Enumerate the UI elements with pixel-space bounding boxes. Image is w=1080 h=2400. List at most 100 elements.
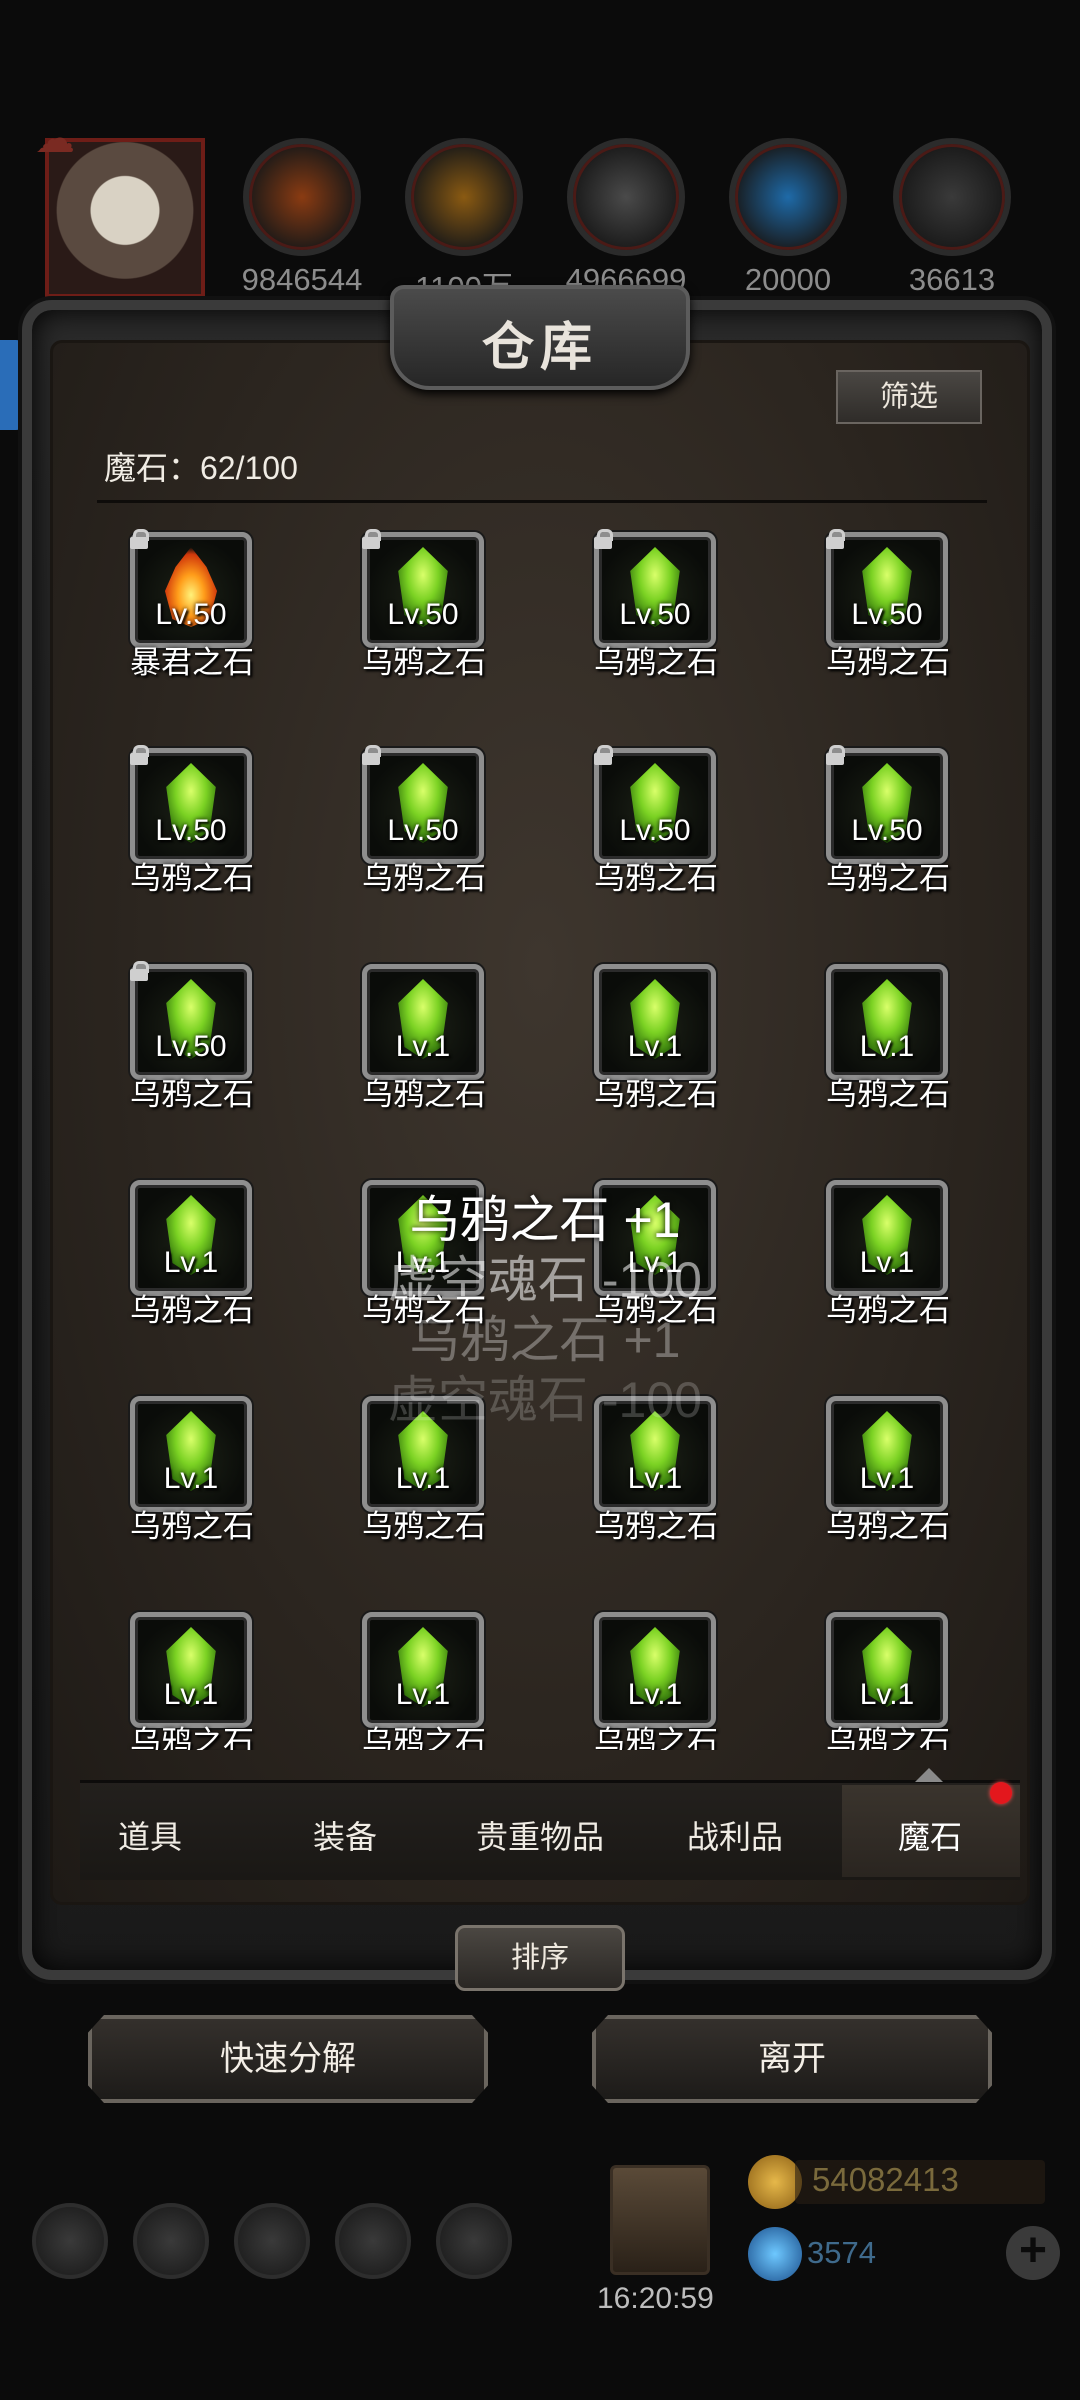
gold-coin-icon [748, 2155, 802, 2209]
resource-value: 20000 [744, 262, 832, 297]
lock-icon [825, 529, 845, 549]
item-level: Lv.1 [627, 1462, 683, 1495]
map-icon[interactable] [234, 2203, 310, 2279]
lock-icon [825, 745, 845, 765]
cloud-ornament-icon: ☁ [35, 117, 75, 161]
gold-amount: 54082413 [812, 2161, 959, 2198]
item-cell[interactable]: Lv.1 乌鸦之石 [793, 1600, 983, 1750]
tab-magic-stones[interactable]: 魔石 [840, 1812, 1020, 1858]
item-name: 乌鸦之石 [130, 861, 254, 896]
lock-icon [593, 529, 613, 549]
item-cell[interactable]: Lv.50 乌鸦之石 [329, 520, 519, 700]
add-currency-button[interactable]: + [1006, 2226, 1060, 2280]
settings-icon[interactable] [32, 2203, 108, 2279]
item-cell[interactable]: Lv.50 乌鸦之石 [329, 736, 519, 916]
resource-value: 36613 [908, 262, 996, 297]
item-name: 乌鸦之石 [594, 1509, 718, 1544]
tab-items[interactable]: 道具 [60, 1812, 240, 1858]
guild-icon[interactable] [436, 2203, 512, 2279]
item-name: 乌鸦之石 [362, 1725, 486, 1750]
event-timer: 16:20:59 [597, 2282, 714, 2315]
panel-title: 仓库 [481, 317, 598, 378]
item-level: Lv.50 [155, 814, 227, 847]
item-cell[interactable]: Lv.1 乌鸦之石 [97, 1384, 287, 1564]
item-name: 乌鸦之石 [362, 645, 486, 680]
item-level: Lv.1 [859, 1678, 915, 1711]
item-level: Lv.1 [859, 1246, 915, 1279]
item-level: Lv.50 [155, 1030, 227, 1063]
item-cell[interactable]: Lv.1 乌鸦之石 [329, 952, 519, 1132]
ore-icon [893, 138, 1011, 256]
item-cell[interactable]: Lv.1 乌鸦之石 [561, 952, 751, 1132]
item-cell[interactable]: Lv.1 乌鸦之石 [793, 1168, 983, 1348]
item-level: Lv.50 [155, 598, 227, 631]
item-cell[interactable]: Lv.50 乌鸦之石 [97, 952, 287, 1132]
item-level: Lv.1 [627, 1030, 683, 1063]
item-name: 乌鸦之石 [130, 1293, 254, 1328]
item-level: Lv.50 [851, 814, 923, 847]
leave-button[interactable]: 离开 [592, 2015, 992, 2103]
item-cell[interactable]: Lv.1 乌鸦之石 [793, 1384, 983, 1564]
item-name: 乌鸦之石 [594, 861, 718, 896]
item-level: Lv.1 [395, 1030, 451, 1063]
item-name: 乌鸦之石 [130, 1509, 254, 1544]
iron-icon [567, 138, 685, 256]
item-name: 乌鸦之石 [826, 861, 950, 896]
item-level: Lv.50 [851, 598, 923, 631]
item-name: 乌鸦之石 [362, 861, 486, 896]
wood-icon [405, 138, 523, 256]
divider [97, 500, 987, 503]
item-name: 乌鸦之石 [130, 1077, 254, 1112]
item-level: Lv.1 [859, 1030, 915, 1063]
lock-icon [129, 745, 149, 765]
item-name: 乌鸦之石 [594, 1077, 718, 1112]
item-cell[interactable]: Lv.50 暴君之石 [97, 520, 287, 700]
item-cell[interactable]: Lv.1 乌鸦之石 [97, 1600, 287, 1750]
resource-value: 9846544 [241, 262, 363, 297]
shield-icon[interactable] [133, 2203, 209, 2279]
item-cell[interactable]: Lv.50 乌鸦之石 [97, 736, 287, 916]
crystal-icon [729, 138, 847, 256]
item-name: 乌鸦之石 [826, 1725, 950, 1750]
diamond-amount: 3574 [807, 2235, 876, 2270]
item-level: Lv.1 [163, 1462, 219, 1495]
meat-icon [243, 138, 361, 256]
quick-decompose-button[interactable]: 快速分解 [88, 2015, 488, 2103]
filter-button[interactable]: 筛选 [836, 370, 982, 424]
item-level: Lv.50 [619, 598, 691, 631]
item-cell[interactable]: Lv.50 乌鸦之石 [561, 520, 751, 700]
item-name: 乌鸦之石 [826, 1077, 950, 1112]
item-level: Lv.1 [395, 1462, 451, 1495]
item-name: 乌鸦之石 [826, 645, 950, 680]
item-level: Lv.1 [859, 1462, 915, 1495]
item-cell[interactable]: Lv.50 乌鸦之石 [561, 736, 751, 916]
item-cell[interactable]: Lv.1 乌鸦之石 [793, 952, 983, 1132]
item-level: Lv.1 [163, 1246, 219, 1279]
item-cell[interactable]: Lv.1 乌鸦之石 [561, 1600, 751, 1750]
item-cell[interactable]: Lv.50 乌鸦之石 [793, 736, 983, 916]
item-cell[interactable]: Lv.1 乌鸦之石 [329, 1600, 519, 1750]
item-level: Lv.1 [395, 1678, 451, 1711]
player-avatar[interactable]: ☁ [35, 117, 205, 298]
lock-icon [361, 745, 381, 765]
item-level: Lv.50 [619, 814, 691, 847]
diamond-icon [748, 2227, 802, 2281]
tab-equipment[interactable]: 装备 [255, 1812, 435, 1858]
lock-icon [361, 529, 381, 549]
tab-loot[interactable]: 战利品 [645, 1812, 825, 1858]
item-name: 乌鸦之石 [362, 1509, 486, 1544]
notification-text: 虚空魂石 -100 [388, 1372, 702, 1428]
mail-icon[interactable] [335, 2203, 411, 2279]
item-name: 乌鸦之石 [362, 1077, 486, 1112]
item-name: 乌鸦之石 [826, 1509, 950, 1544]
item-grid[interactable]: Lv.50 暴君之石 Lv.50 乌鸦之石 Lv.50 乌鸦之石 Lv.50 乌鸦之石 Lv.5… [97, 520, 987, 1750]
item-level: Lv.1 [627, 1678, 683, 1711]
gift-box-icon[interactable] [610, 2165, 710, 2275]
tab-valuables[interactable]: 贵重物品 [450, 1812, 630, 1858]
capacity-label: 魔石：62/100 [104, 450, 298, 486]
item-cell[interactable]: Lv.1 乌鸦之石 [97, 1168, 287, 1348]
item-cell[interactable]: Lv.50 乌鸦之石 [793, 520, 983, 700]
item-name: 乌鸦之石 [594, 645, 718, 680]
lock-icon [593, 745, 613, 765]
sort-button[interactable]: 排序 [455, 1925, 625, 1991]
